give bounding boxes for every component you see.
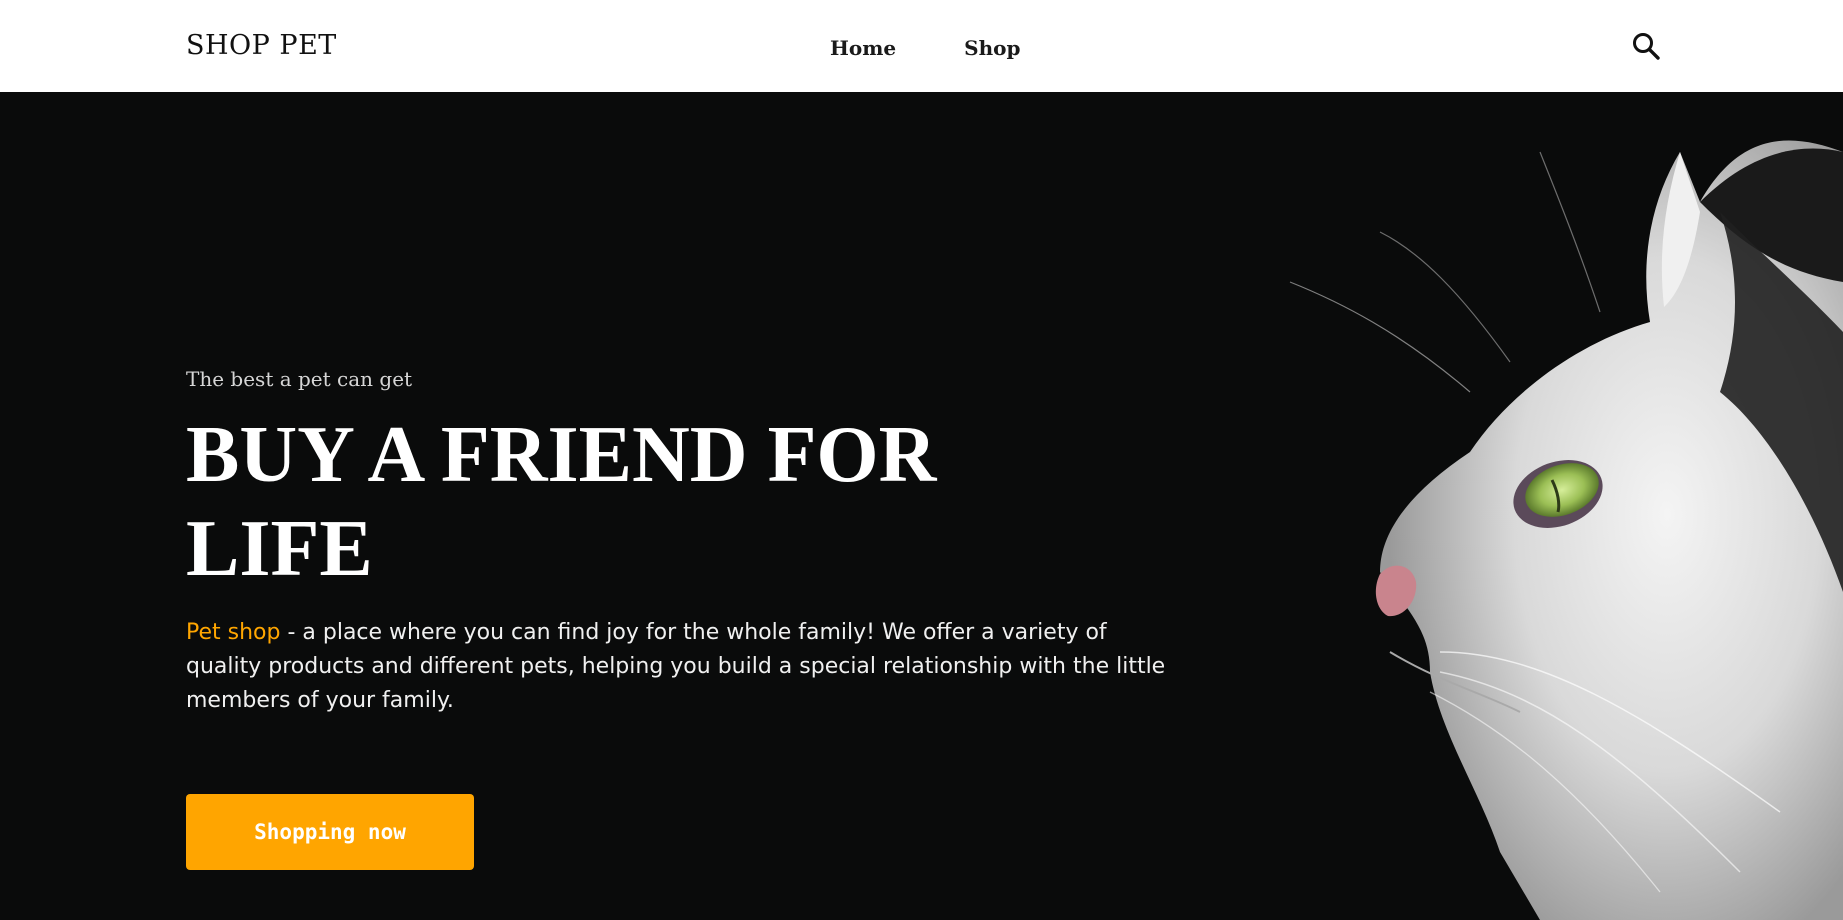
- hero-eyebrow: The best a pet can get: [186, 367, 413, 391]
- main-nav: Home Shop: [830, 36, 1020, 60]
- hero-headline: BUY A FRIEND FOR LIFE: [186, 411, 937, 593]
- hero-description: Pet shop - a place where you can find jo…: [186, 616, 1176, 718]
- cat-photo: [1180, 92, 1843, 920]
- hero-section: The best a pet can get BUY A FRIEND FOR …: [0, 92, 1843, 920]
- search-button[interactable]: [1630, 30, 1664, 64]
- site-header: SHOP PET Home Shop: [0, 0, 1843, 92]
- hero-description-highlight: Pet shop: [186, 620, 281, 645]
- search-icon: [1633, 33, 1660, 60]
- nav-link-home[interactable]: Home: [830, 36, 896, 60]
- nav-link-shop[interactable]: Shop: [964, 36, 1020, 60]
- hero-description-text: - a place where you can find joy for the…: [186, 620, 1166, 713]
- shopping-now-button[interactable]: Shopping now: [186, 794, 474, 870]
- site-logo[interactable]: SHOP PET: [186, 30, 337, 61]
